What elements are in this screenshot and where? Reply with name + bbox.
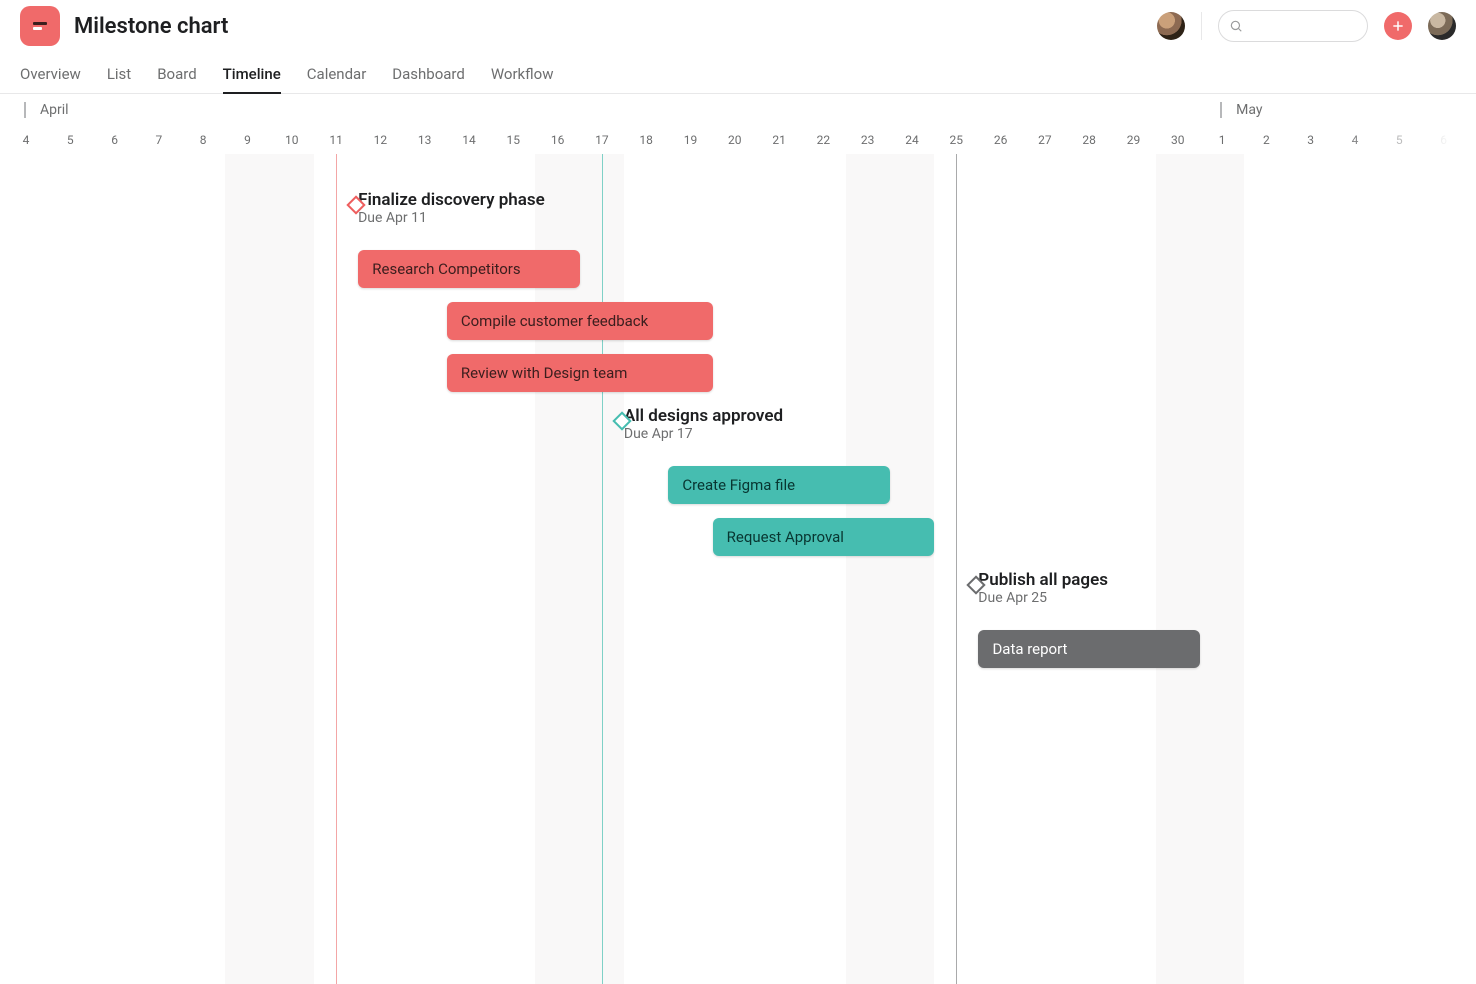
task-bar[interactable]: Data report — [978, 630, 1200, 668]
day-number: 26 — [978, 133, 1022, 147]
app-logo — [20, 6, 60, 46]
day-number: 5 — [48, 133, 92, 147]
day-number: 9 — [225, 133, 269, 147]
day-number: 18 — [624, 133, 668, 147]
day-number: 21 — [757, 133, 801, 147]
day-number: 10 — [270, 133, 314, 147]
day-number: 7 — [137, 133, 181, 147]
day-number: 25 — [934, 133, 978, 147]
day-number: 13 — [403, 133, 447, 147]
milestone-due: Due Apr 25 — [978, 590, 1108, 606]
day-number: 22 — [801, 133, 845, 147]
day-number: 24 — [890, 133, 934, 147]
task-bar[interactable]: Request Approval — [713, 518, 935, 556]
day-number: 20 — [713, 133, 757, 147]
milestone-title: Publish all pages — [978, 570, 1108, 590]
search-icon — [1229, 19, 1243, 33]
task-bar[interactable]: Create Figma file — [668, 466, 890, 504]
task-bar[interactable]: Review with Design team — [447, 354, 713, 392]
day-number: 15 — [491, 133, 535, 147]
search-input[interactable] — [1249, 11, 1357, 41]
day-number: 19 — [668, 133, 712, 147]
day-number: 8 — [181, 133, 225, 147]
day-number: 3 — [1289, 133, 1333, 147]
milestone-title: All designs approved — [624, 406, 783, 426]
task-bar[interactable]: Research Competitors — [358, 250, 580, 288]
task-bar[interactable]: Compile customer feedback — [447, 302, 713, 340]
day-number: 30 — [1156, 133, 1200, 147]
milestone-due: Due Apr 11 — [358, 210, 545, 226]
day-number: 23 — [846, 133, 890, 147]
milestone-icon — [611, 410, 633, 432]
day-number: 29 — [1111, 133, 1155, 147]
day-number: 16 — [535, 133, 579, 147]
month-label: April — [24, 102, 69, 118]
day-number: 11 — [314, 133, 358, 147]
topbar: Milestone chart — [0, 0, 1476, 52]
tab-list[interactable]: List — [107, 52, 131, 93]
day-number: 17 — [580, 133, 624, 147]
tab-dashboard[interactable]: Dashboard — [392, 52, 465, 93]
day-number: 12 — [358, 133, 402, 147]
milestone[interactable]: Publish all pagesDue Apr 25 — [978, 570, 1108, 606]
day-number: 6 — [92, 133, 136, 147]
search-box[interactable] — [1218, 10, 1368, 42]
user-avatar[interactable] — [1428, 12, 1456, 40]
plus-icon — [1391, 19, 1405, 33]
month-label: May — [1220, 102, 1262, 118]
day-number: 2 — [1244, 133, 1288, 147]
tab-board[interactable]: Board — [157, 52, 196, 93]
view-tabs: Overview List Board Timeline Calendar Dashboa… — [0, 52, 1476, 94]
add-button[interactable] — [1384, 12, 1412, 40]
logo-icon — [30, 16, 50, 36]
divider — [1201, 12, 1202, 40]
member-avatar-1[interactable] — [1157, 12, 1185, 40]
timeline-content[interactable]: Finalize discovery phaseDue Apr 11 Resear… — [0, 154, 1476, 984]
day-number: 4 — [1333, 133, 1377, 147]
day-number: 14 — [447, 133, 491, 147]
milestone-due: Due Apr 17 — [624, 426, 783, 442]
tab-timeline[interactable]: Timeline — [223, 52, 281, 93]
milestone[interactable]: All designs approvedDue Apr 17 — [624, 406, 783, 442]
milestone[interactable]: Finalize discovery phaseDue Apr 11 — [358, 190, 545, 226]
day-number: 5 — [1377, 133, 1421, 147]
tab-workflow[interactable]: Workflow — [491, 52, 554, 93]
day-number: 27 — [1023, 133, 1067, 147]
day-number: 28 — [1067, 133, 1111, 147]
milestone-icon — [345, 194, 367, 216]
tab-overview[interactable]: Overview — [20, 52, 81, 93]
page-title: Milestone chart — [74, 14, 228, 39]
milestone-icon — [965, 574, 987, 596]
day-number: 1 — [1200, 133, 1244, 147]
tab-calendar[interactable]: Calendar — [307, 52, 367, 93]
topbar-right — [1157, 10, 1456, 42]
days-row: 4567891011121314151617181920212223242526… — [0, 130, 1476, 154]
month-row: April May — [0, 94, 1476, 130]
day-number: 4 — [4, 133, 48, 147]
milestone-title: Finalize discovery phase — [358, 190, 545, 210]
timeline-view: AprilMay 4567891011121314151617181920212… — [0, 94, 1476, 984]
day-number: 6 — [1421, 133, 1465, 147]
